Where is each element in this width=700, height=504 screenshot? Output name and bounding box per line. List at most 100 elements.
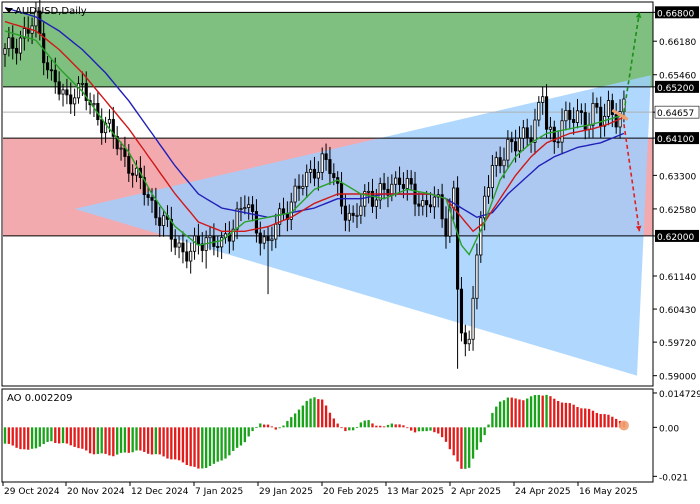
candle-body: [185, 251, 189, 262]
ao-bar: [224, 427, 227, 459]
candle-body: [92, 103, 96, 106]
x-tick-label: 29 Jan 2025: [259, 487, 313, 497]
candle-body: [309, 168, 313, 173]
candle-body: [409, 178, 413, 185]
candle-body: [18, 37, 23, 54]
ao-bar: [162, 427, 165, 457]
y-tick-label: 0.66800: [657, 9, 694, 19]
ao-bar: [351, 427, 355, 431]
ao-bar: [560, 402, 564, 428]
ao-bar: [359, 422, 363, 428]
candle-body: [525, 127, 529, 139]
candle-body: [394, 177, 398, 185]
ao-bar: [54, 427, 57, 443]
ao-bar: [150, 427, 154, 455]
candle-body: [397, 177, 402, 185]
candle-body: [332, 173, 336, 179]
ao-bar: [166, 427, 169, 459]
ao-bar: [429, 427, 432, 431]
ao-bar: [197, 427, 200, 469]
candle-body: [533, 119, 537, 143]
candle-body: [355, 214, 359, 217]
ao-bar: [112, 427, 115, 457]
y-tick-label: 0.60430: [659, 306, 696, 316]
x-tick-label: 29 Oct 2024: [4, 487, 60, 497]
candle-body: [220, 237, 224, 248]
ao-bar: [464, 427, 467, 469]
y-tick-label: 0.66180: [659, 38, 696, 48]
candle-body: [374, 199, 378, 207]
candle-body: [575, 110, 580, 123]
ao-bar: [529, 396, 533, 428]
candle-body: [107, 119, 112, 124]
ao-bar: [421, 427, 424, 432]
ao-bar: [77, 427, 80, 449]
candle-body: [196, 235, 200, 245]
ao-bar: [348, 427, 351, 431]
candle-body: [486, 187, 491, 197]
y-tick-label: 0.64100: [657, 135, 694, 145]
candle-body: [243, 207, 247, 210]
ao-bar: [468, 427, 471, 468]
ao-y-tick-label: 0.00: [659, 424, 679, 434]
candle-body: [262, 236, 266, 244]
ao-bar: [413, 427, 417, 433]
candle-body: [382, 183, 386, 190]
candle-body: [158, 217, 162, 226]
ao-bar: [204, 427, 208, 468]
ao-bar: [274, 427, 277, 430]
ao-bar: [452, 427, 455, 456]
ao-bar: [259, 423, 262, 428]
ao-bar: [73, 427, 76, 447]
ao-bar: [313, 397, 316, 428]
candle-body: [208, 235, 212, 239]
candle-body: [514, 141, 518, 152]
candle-body: [45, 62, 50, 71]
candle-body: [154, 199, 158, 219]
ao-bar: [371, 423, 374, 428]
candle-body: [463, 332, 467, 345]
ao-bar: [402, 425, 405, 428]
ao-bar: [607, 414, 610, 428]
ao-bar: [135, 427, 138, 451]
candle-body: [53, 69, 57, 83]
candle-body: [297, 185, 301, 189]
ao-bar: [483, 427, 486, 436]
ao-bar: [479, 427, 482, 443]
candle-body: [610, 100, 614, 115]
candle-body: [320, 153, 324, 173]
candle-body: [452, 187, 456, 209]
candle-body: [15, 47, 19, 54]
ao-bar: [34, 427, 38, 449]
ao-bar: [85, 427, 88, 451]
ao-bar: [270, 426, 274, 428]
ao-bar: [410, 427, 413, 431]
candle-body: [517, 137, 522, 152]
ao-bar: [568, 403, 571, 428]
y-tick-label: 0.65460: [659, 72, 696, 82]
candle-body: [73, 97, 77, 105]
ao-bar: [11, 427, 14, 446]
ao-bar: [69, 427, 72, 446]
ao-bar: [3, 427, 7, 444]
price-chart-svg[interactable]: 0.59000 0.59720 0.60430 0.61140 0.62000 0.625…: [0, 0, 700, 500]
candle-body: [425, 200, 429, 206]
ao-bar: [228, 427, 231, 456]
ao-bar: [317, 399, 320, 428]
ao-bar: [332, 418, 335, 428]
ao-bar: [456, 427, 459, 462]
ao-bar: [611, 416, 614, 428]
candle-body: [405, 178, 409, 189]
candle-body: [328, 159, 332, 174]
ao-y-tick-label: -0.021: [659, 473, 688, 483]
candle-body: [324, 153, 328, 160]
ao-bar: [290, 417, 293, 428]
ao-bar: [321, 399, 324, 428]
candle-body: [548, 126, 552, 130]
ao-label: AO 0.002209: [7, 393, 72, 404]
candle-body: [162, 215, 166, 226]
ao-bar: [46, 427, 49, 442]
candle-body: [417, 203, 421, 207]
y-tick-label: 0.65200: [657, 84, 694, 94]
candle-body: [339, 182, 344, 207]
